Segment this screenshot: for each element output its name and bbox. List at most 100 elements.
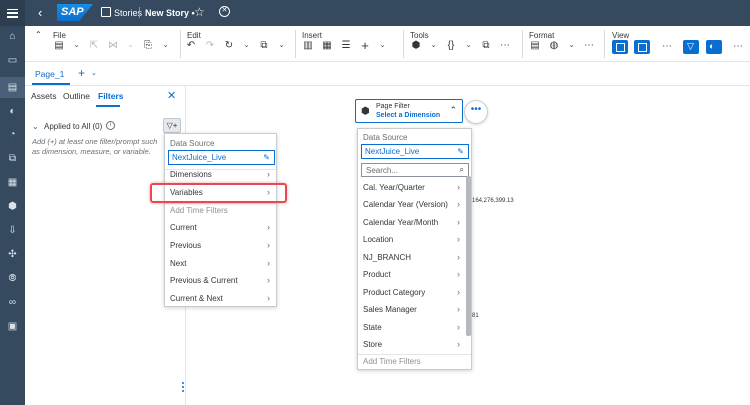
add-page-dropdown-icon[interactable]: ⌄	[91, 69, 97, 77]
more-icon[interactable]: ⋯	[732, 41, 744, 53]
close-panel-icon[interactable]: ✕	[167, 89, 176, 102]
search-input[interactable]: Search... ⌕	[361, 163, 469, 177]
menu-scrollbar[interactable]	[466, 176, 471, 336]
refresh-dropdown-icon[interactable]: ⌄	[242, 40, 251, 52]
palette-dropdown-icon[interactable]: ⌄	[567, 40, 576, 52]
add-page-icon[interactable]: +	[78, 66, 85, 80]
chart-icon[interactable]: ▥	[302, 40, 314, 52]
funnel-icon: ▽	[687, 41, 694, 51]
workflow-icon[interactable]: ∞	[7, 297, 18, 308]
menu-item-product-category[interactable]: Product Category ›	[358, 285, 466, 302]
more-tools-icon[interactable]: ⋯	[499, 40, 511, 52]
link-icon[interactable]: ⧉	[480, 40, 492, 52]
filter-toggle[interactable]: ▽	[683, 40, 699, 54]
empty-filter-hint: Add (+) at least one filter/prompt such …	[32, 137, 158, 156]
left-navigation: ⌂ ▭ ▤ ◐ ◔ ⧉ ▦ ⬢ ⇩ ✣ ⦾ ∞ ▣	[0, 26, 25, 405]
palette-icon[interactable]: ◍	[548, 40, 560, 52]
menu-item-previous[interactable]: Previous ›	[165, 238, 276, 255]
formula-dropdown-icon[interactable]: ⌄	[464, 40, 473, 52]
connections-icon[interactable]: ✣	[7, 249, 18, 260]
add-dropdown-icon[interactable]: ⌄	[378, 40, 387, 52]
explorer-icon[interactable]: ⧉	[7, 153, 18, 164]
save-icon[interactable]: ▤	[53, 40, 65, 52]
copy-dropdown-icon[interactable]: ⌄	[161, 40, 170, 52]
data-analyzer-icon[interactable]: ⇩	[7, 225, 18, 236]
sap-logo[interactable]: SAP	[57, 4, 93, 21]
menu-item-current-next[interactable]: Current & Next ›	[165, 291, 276, 308]
left-panel-toggle[interactable]	[612, 40, 628, 54]
collapse-caret-icon[interactable]: ⌃	[35, 30, 42, 39]
close-circle-icon[interactable]: ✕	[219, 6, 230, 17]
breadcrumb-separator	[139, 7, 140, 18]
add-filter-button[interactable]: ▽+	[163, 118, 181, 133]
menu-item-label: Previous	[170, 241, 202, 250]
stories-nav-icon[interactable]: ▤	[7, 82, 18, 93]
tab-page-1[interactable]: Page_1	[35, 69, 64, 79]
files-icon[interactable]: ▭	[7, 55, 18, 66]
resize-handle[interactable]	[182, 382, 184, 392]
table-icon[interactable]: ▦	[321, 40, 333, 52]
more-view-icon[interactable]: ⋯	[661, 41, 673, 53]
menu-item-dimensions[interactable]: Dimensions ›	[165, 167, 276, 184]
model-icon[interactable]: ⬢	[410, 40, 422, 52]
menu-button[interactable]	[0, 0, 25, 26]
undo-icon[interactable]: ↶	[185, 40, 197, 52]
add-filter-icon: ▽+	[166, 121, 178, 130]
menu-item-previous-current[interactable]: Previous & Current ›	[165, 273, 276, 290]
model-dropdown-icon[interactable]: ⌄	[429, 40, 438, 52]
pencil-icon[interactable]: ✎	[457, 147, 464, 156]
more-options-button[interactable]: •••	[464, 100, 488, 124]
menu-item-next[interactable]: Next ›	[165, 256, 276, 273]
refresh-icon[interactable]: ↻	[223, 40, 235, 52]
menu-item-calendar-year-month[interactable]: Calendar Year/Month ›	[358, 215, 466, 232]
layout-icon[interactable]: ▤	[529, 40, 541, 52]
data-source-select[interactable]: NextJuice_Live ✎	[168, 150, 275, 165]
menu-item-calendar-year-version[interactable]: Calendar Year (Version) ›	[358, 197, 466, 214]
formula-icon[interactable]: {}	[445, 40, 457, 52]
analytic-app-icon[interactable]: ◐	[7, 106, 18, 117]
analytic-toggle[interactable]: ◐	[706, 40, 722, 54]
chevron-right-icon: ›	[267, 222, 270, 232]
menu-item-product[interactable]: Product ›	[358, 267, 466, 284]
save-dropdown-icon[interactable]: ⌄	[72, 40, 81, 52]
builder-panel: Assets Outline Filters ✕ ⌄ Applied to Al…	[25, 86, 186, 405]
menu-item-sales-manager[interactable]: Sales Manager ›	[358, 302, 466, 319]
modeler-icon[interactable]: ⬢	[7, 201, 18, 212]
stories-breadcrumb[interactable]: Stories	[114, 8, 142, 18]
duplicate-icon[interactable]: ⧉	[258, 40, 270, 52]
menu-item-location[interactable]: Location ›	[358, 232, 466, 249]
home-icon[interactable]: ⌂	[7, 31, 18, 42]
right-panel-toggle[interactable]	[634, 40, 650, 54]
star-icon[interactable]: ☆	[194, 5, 205, 19]
duplicate-dropdown-icon[interactable]: ⌄	[277, 40, 286, 52]
format-group-label: Format	[529, 31, 555, 40]
menu-item-state[interactable]: State ›	[358, 320, 466, 337]
hamburger-icon	[7, 8, 18, 18]
page-filter-widget[interactable]: ⬢ Page Filter Select a Dimension ⌃	[355, 99, 463, 123]
input-control-icon[interactable]: ☰	[340, 40, 352, 52]
menu-item-cal-year-quarter[interactable]: Cal. Year/Quarter ›	[358, 180, 466, 197]
applied-to-all-label[interactable]: Applied to All (0)	[44, 122, 102, 131]
tab-outline[interactable]: Outline	[63, 91, 90, 101]
file-tools: ▤ ⌄ ⇱ ⋈ ⌄ ⎘ ⌄	[53, 40, 170, 52]
menu-item-store[interactable]: Store ›	[358, 337, 466, 354]
datasets-icon[interactable]: ▦	[7, 177, 18, 188]
more-format-icon[interactable]: ⋯	[583, 40, 595, 52]
copy-icon[interactable]: ⎘	[142, 40, 154, 52]
menu-item-current[interactable]: Current ›	[165, 220, 276, 237]
menu-item-nj-branch[interactable]: NJ_BRANCH ›	[358, 250, 466, 267]
data-source-select[interactable]: NextJuice_Live ✎	[361, 144, 469, 159]
chevron-up-icon[interactable]: ⌃	[449, 105, 457, 116]
add-icon[interactable]: +	[359, 39, 371, 52]
edit-group-label: Edit	[187, 31, 201, 40]
chevron-down-icon[interactable]: ⌄	[32, 122, 39, 131]
insert-group-label: Insert	[302, 31, 323, 40]
back-icon[interactable]: ‹	[38, 5, 42, 20]
binoculars-icon[interactable]: ⦾	[7, 273, 18, 284]
tab-assets[interactable]: Assets	[31, 91, 57, 101]
tab-filters[interactable]: Filters	[98, 91, 124, 101]
pencil-icon[interactable]: ✎	[263, 153, 270, 162]
calendar-icon[interactable]: ▣	[7, 321, 18, 332]
info-icon[interactable]: i	[106, 121, 115, 130]
digital-boardroom-icon[interactable]: ◔	[7, 129, 18, 140]
